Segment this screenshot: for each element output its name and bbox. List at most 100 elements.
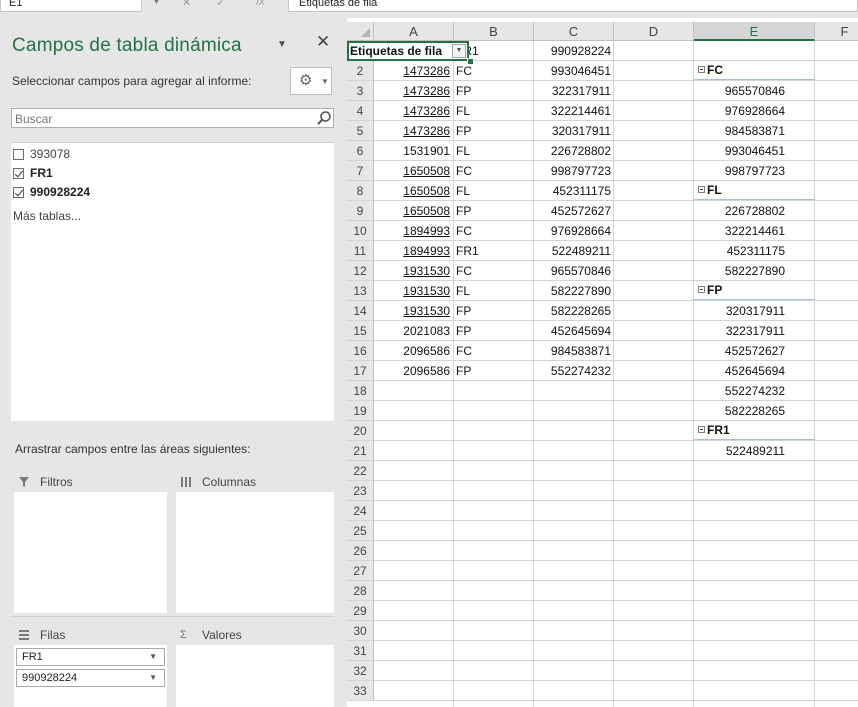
select-all-corner[interactable] <box>347 22 374 41</box>
column-header-f[interactable]: F <box>815 22 858 41</box>
chevron-down-icon[interactable]: ▼ <box>149 670 157 686</box>
row-header-16[interactable]: 16 <box>347 341 374 361</box>
cell-c[interactable]: 452645694 <box>534 321 611 341</box>
pivot-group-row[interactable]: FR1 <box>694 421 815 440</box>
pivot-group-row[interactable]: FC <box>694 61 815 80</box>
column-header-b[interactable]: B <box>454 22 534 41</box>
row-header-33[interactable]: 33 <box>347 681 374 701</box>
row-header-12[interactable]: 12 <box>347 261 374 281</box>
cell-a[interactable]: 2021083 <box>376 321 450 341</box>
column-header-d[interactable]: D <box>614 22 694 41</box>
cell-b[interactable]: FL <box>456 101 530 121</box>
name-box-dropdown-icon[interactable]: ▼ <box>152 0 161 6</box>
column-header-a[interactable]: A <box>374 22 454 41</box>
chevron-down-icon[interactable]: ▼ <box>149 649 157 665</box>
cell-b[interactable]: FC <box>456 341 530 361</box>
cell-b[interactable]: FC <box>456 261 530 281</box>
check-icon[interactable]: ✓ <box>216 0 225 9</box>
row-header-28[interactable]: 28 <box>347 581 374 601</box>
row-header-32[interactable]: 32 <box>347 661 374 681</box>
collapse-icon[interactable] <box>698 66 705 73</box>
cell-b[interactable]: FL <box>456 141 530 161</box>
cell-c[interactable]: 320317911 <box>534 121 611 141</box>
pivot-item-cell[interactable]: 322214461 <box>694 221 785 241</box>
cell-a[interactable]: 1894993 <box>376 221 450 241</box>
cell-a[interactable]: 1650508 <box>376 181 450 201</box>
row-header-27[interactable]: 27 <box>347 561 374 581</box>
cell-b[interactable]: FP <box>456 361 530 381</box>
row-header-17[interactable]: 17 <box>347 361 374 381</box>
row-header-26[interactable]: 26 <box>347 541 374 561</box>
pivot-item-cell[interactable]: 452311175 <box>694 241 785 261</box>
cell-c[interactable]: 984583871 <box>534 341 611 361</box>
row-header-14[interactable]: 14 <box>347 301 374 321</box>
pivot-item-cell[interactable]: 552274232 <box>694 381 785 401</box>
field-checkbox[interactable] <box>13 186 24 198</box>
cell-c[interactable]: 993046451 <box>534 61 611 81</box>
formula-input[interactable]: Etiquetas de fila <box>288 0 858 12</box>
cell-a[interactable]: 1531901 <box>376 141 450 161</box>
row-header-8[interactable]: 8 <box>347 181 374 201</box>
cell-b[interactable]: FC <box>456 221 530 241</box>
cell-a[interactable]: 1931530 <box>376 281 450 301</box>
cell-a[interactable]: 1894993 <box>376 241 450 261</box>
row-header-20[interactable]: 20 <box>347 421 374 441</box>
cell-c[interactable]: 226728802 <box>534 141 611 161</box>
cell-a[interactable]: 2096586 <box>376 361 450 381</box>
pivot-item-cell[interactable]: 582228265 <box>694 401 785 421</box>
search-icon[interactable] <box>316 110 332 126</box>
cell-b[interactable]: FR1 <box>456 241 530 261</box>
row-header-21[interactable]: 21 <box>347 441 374 461</box>
cell-c[interactable]: 976928664 <box>534 221 611 241</box>
row-field-pill[interactable]: 990928224 ▼ <box>16 669 165 687</box>
pivot-group-row[interactable]: FL <box>694 181 815 200</box>
pivot-item-cell[interactable]: 522489211 <box>694 441 785 461</box>
filters-drop-area[interactable] <box>14 492 167 613</box>
field-item-990928224[interactable]: 990928224 <box>13 184 90 200</box>
row-header-10[interactable]: 10 <box>347 221 374 241</box>
row-header-29[interactable]: 29 <box>347 601 374 621</box>
pivot-group-row[interactable]: FP <box>694 281 815 300</box>
cell-c[interactable]: 522489211 <box>534 241 611 261</box>
pivot-item-cell[interactable]: 965570846 <box>694 81 785 101</box>
columns-drop-area[interactable] <box>176 492 334 613</box>
row-field-pill[interactable]: FR1 ▼ <box>16 648 165 666</box>
field-checkbox[interactable] <box>13 148 24 160</box>
filter-dropdown-icon[interactable]: ▼ <box>452 44 466 58</box>
cell-a[interactable]: 1473286 <box>376 81 450 101</box>
row-header-6[interactable]: 6 <box>347 141 374 161</box>
cell-a[interactable]: 1650508 <box>376 161 450 181</box>
row-header-23[interactable]: 23 <box>347 481 374 501</box>
row-header-11[interactable]: 11 <box>347 241 374 261</box>
cell-c[interactable]: 452311175 <box>534 181 611 201</box>
cell-a[interactable]: 1650508 <box>376 201 450 221</box>
pivot-item-cell[interactable]: 226728802 <box>694 201 785 221</box>
pivot-item-cell[interactable]: 976928664 <box>694 101 785 121</box>
cell-a[interactable]: 1473286 <box>376 121 450 141</box>
row-header-5[interactable]: 5 <box>347 121 374 141</box>
row-header-7[interactable]: 7 <box>347 161 374 181</box>
cell-c[interactable]: 582228265 <box>534 301 611 321</box>
cell-b[interactable]: FP <box>456 321 530 341</box>
pivot-item-cell[interactable]: 582227890 <box>694 261 785 281</box>
cell-a[interactable]: 2096586 <box>376 341 450 361</box>
column-header-c[interactable]: C <box>534 22 614 41</box>
rows-drop-area[interactable]: FR1 ▼ 990928224 ▼ <box>14 645 167 707</box>
field-item-393078[interactable]: 393078 <box>13 146 70 162</box>
fx-icon[interactable]: fx <box>256 0 265 8</box>
row-header-9[interactable]: 9 <box>347 201 374 221</box>
cell-b[interactable]: FC <box>456 161 530 181</box>
pivot-item-cell[interactable]: 322317911 <box>694 321 785 341</box>
pivot-item-cell[interactable]: 984583871 <box>694 121 785 141</box>
row-header-22[interactable]: 22 <box>347 461 374 481</box>
column-header-e[interactable]: E <box>694 22 815 41</box>
row-header-3[interactable]: 3 <box>347 81 374 101</box>
fill-handle[interactable] <box>467 58 474 65</box>
close-icon[interactable]: ✕ <box>182 0 191 9</box>
values-drop-area[interactable] <box>176 645 334 707</box>
row-header-18[interactable]: 18 <box>347 381 374 401</box>
pivot-item-cell[interactable]: 998797723 <box>694 161 785 181</box>
field-list-settings-button[interactable]: ⚙ ▼ <box>290 67 332 95</box>
field-item-fr1[interactable]: FR1 <box>13 165 53 181</box>
field-checkbox[interactable] <box>13 167 24 179</box>
